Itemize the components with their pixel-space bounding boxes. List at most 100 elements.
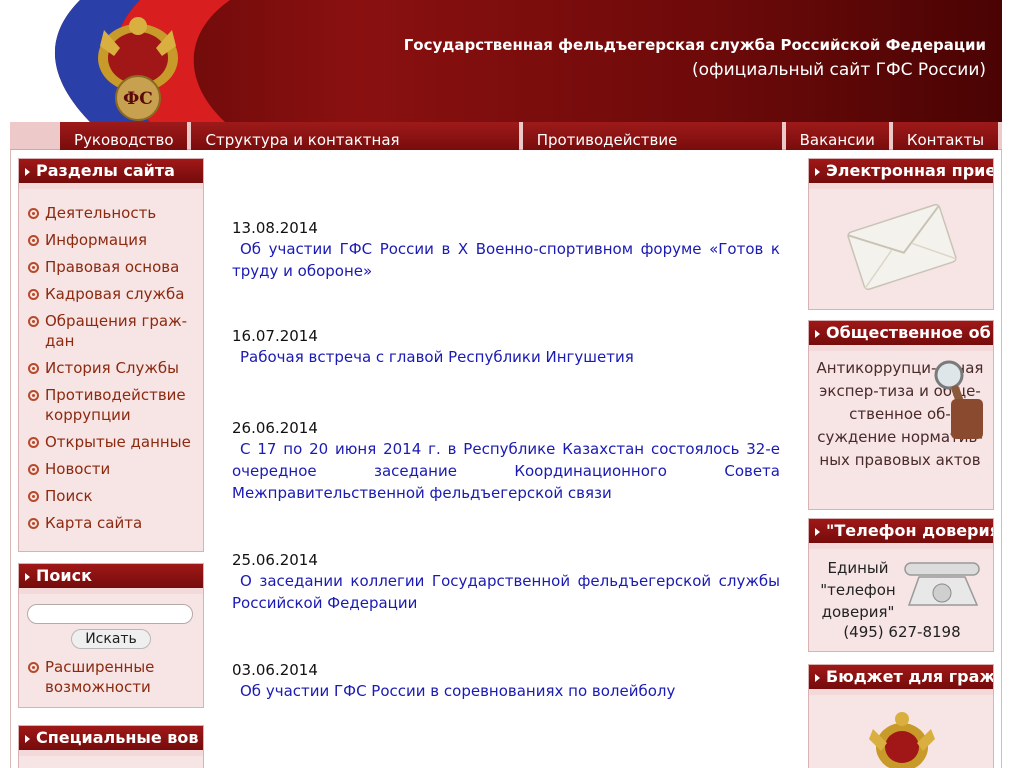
search-panel: Поиск Искать Расширенные возможности bbox=[18, 563, 204, 708]
bullet-icon bbox=[28, 289, 39, 300]
arrow-right-icon bbox=[25, 167, 30, 176]
nav-tab-structure[interactable]: Структура и контактная информация bbox=[191, 122, 519, 150]
menu-link[interactable]: Противодействие коррупции bbox=[45, 386, 186, 424]
news-link[interactable]: Об участии ГФС России в соревнованиях по… bbox=[232, 680, 780, 702]
sections-panel-title: Разделы сайта bbox=[36, 161, 175, 180]
news-item: 25.06.2014 О заседании коллегии Государс… bbox=[232, 550, 780, 614]
bullet-icon bbox=[28, 491, 39, 502]
menu-item-hr[interactable]: Кадровая служба bbox=[27, 284, 197, 304]
menu-link[interactable]: Обращения граж- дан bbox=[45, 312, 187, 350]
menu-link[interactable]: Открытые данные bbox=[45, 433, 191, 451]
sections-panel-header: Разделы сайта bbox=[19, 159, 203, 189]
news-date: 13.08.2014 bbox=[232, 219, 318, 237]
menu-item-news[interactable]: Новости bbox=[27, 459, 197, 479]
news-item: 13.08.2014 Об участии ГФС России в X Вое… bbox=[232, 218, 780, 282]
bullet-icon bbox=[28, 208, 39, 219]
news-link[interactable]: Рабочая встреча с главой Республики Ингу… bbox=[232, 346, 780, 368]
news-date: 16.07.2014 bbox=[232, 327, 318, 345]
arrow-right-icon bbox=[815, 329, 820, 338]
arrow-right-icon bbox=[815, 167, 820, 176]
menu-link[interactable]: История Службы bbox=[45, 359, 179, 377]
advanced-search-link[interactable]: Расширенные возможности bbox=[45, 658, 154, 696]
e-reception-header: Электронная прие bbox=[809, 159, 993, 189]
public-discussion-title: Общественное об bbox=[826, 323, 991, 342]
news-date: 03.06.2014 bbox=[232, 661, 318, 679]
e-reception-panel: Электронная прие bbox=[808, 158, 994, 310]
telephone-icon bbox=[904, 562, 980, 606]
menu-link[interactable]: Деятельность bbox=[45, 204, 156, 222]
russian-flag-emblem: ФС bbox=[10, 0, 230, 122]
bullet-icon bbox=[28, 235, 39, 246]
news-link[interactable]: О заседании коллегии Государственной фел… bbox=[232, 570, 780, 614]
news-item: 16.07.2014 Рабочая встреча с главой Респ… bbox=[232, 326, 780, 368]
menu-item-activity[interactable]: Деятельность bbox=[27, 203, 197, 223]
menu-link[interactable]: Правовая основа bbox=[45, 258, 179, 276]
menu-link[interactable]: Информация bbox=[45, 231, 147, 249]
news-item: 03.06.2014 Об участии ГФС России в сорев… bbox=[232, 660, 780, 702]
special-panel-title: Специальные вов bbox=[36, 728, 199, 747]
news-link[interactable]: Об участии ГФС России в X Военно-спортив… bbox=[232, 238, 780, 282]
news-link[interactable]: С 17 по 20 июня 2014 г. в Республике Каз… bbox=[232, 438, 780, 504]
news-date: 25.06.2014 bbox=[232, 551, 318, 569]
hotline-title: "Телефон доверия bbox=[826, 521, 993, 540]
bullet-icon bbox=[28, 262, 39, 273]
public-discussion-panel: Общественное об Антикоррупци-онная экспе… bbox=[808, 320, 994, 510]
sections-panel: Разделы сайта Деятельность Информация Пр… bbox=[18, 158, 204, 552]
bullet-icon bbox=[28, 316, 39, 327]
search-panel-title: Поиск bbox=[36, 566, 92, 585]
top-navigation: Руководство Структура и контактная инфор… bbox=[10, 122, 1002, 150]
arrow-right-icon bbox=[25, 572, 30, 581]
magnifier-icon bbox=[934, 360, 983, 439]
nav-tab-leadership[interactable]: Руководство bbox=[60, 122, 188, 150]
menu-item-search[interactable]: Поиск bbox=[27, 486, 197, 506]
special-panel: Специальные вов bbox=[18, 725, 204, 768]
sections-menu: Деятельность Информация Правовая основа … bbox=[19, 189, 203, 546]
bullet-icon bbox=[28, 437, 39, 448]
menu-link[interactable]: Новости bbox=[45, 460, 110, 478]
svg-text:ФС: ФС bbox=[123, 89, 153, 109]
menu-item-sitemap[interactable]: Карта сайта bbox=[27, 513, 197, 533]
special-panel-header: Специальные вов bbox=[19, 726, 203, 756]
envelope-icon[interactable] bbox=[809, 189, 994, 299]
advanced-search-item[interactable]: Расширенные возможности bbox=[27, 657, 197, 697]
menu-item-anticorruption[interactable]: Противодействие коррупции bbox=[27, 385, 197, 425]
nav-tab-contacts[interactable]: Контакты bbox=[892, 122, 998, 150]
e-reception-title: Электронная прие bbox=[826, 161, 993, 180]
news-item: 26.06.2014 С 17 по 20 июня 2014 г. в Рес… bbox=[232, 418, 780, 504]
menu-item-appeals[interactable]: Обращения граж- дан bbox=[27, 311, 197, 351]
menu-item-legal-basis[interactable]: Правовая основа bbox=[27, 257, 197, 277]
nav-tab-vacancies[interactable]: Вакансии bbox=[785, 122, 889, 150]
menu-item-open-data[interactable]: Открытые данные bbox=[27, 432, 197, 452]
hotline-phone[interactable]: (495) 627-8198 bbox=[809, 623, 993, 641]
menu-link[interactable]: Поиск bbox=[45, 487, 93, 505]
search-button[interactable]: Искать bbox=[71, 629, 151, 649]
bullet-icon bbox=[28, 662, 39, 673]
menu-link[interactable]: Карта сайта bbox=[45, 514, 142, 532]
budget-header: Бюджет для граж bbox=[809, 665, 993, 695]
site-subtitle: (официальный сайт ГФС России) bbox=[692, 60, 986, 80]
budget-panel: Бюджет для граж bbox=[808, 664, 994, 768]
hotline-panel: "Телефон доверия Единый "телефон доверия… bbox=[808, 518, 994, 652]
bullet-icon bbox=[28, 464, 39, 475]
bullet-icon bbox=[28, 390, 39, 401]
search-panel-header: Поиск bbox=[19, 564, 203, 594]
search-input[interactable] bbox=[27, 604, 193, 624]
nav-tab-anticorruption[interactable]: Противодействие коррупции bbox=[522, 122, 782, 150]
bullet-icon bbox=[28, 363, 39, 374]
site-header: ФС Государственная фельдъегерская служба… bbox=[10, 0, 1002, 122]
news-list: 13.08.2014 Об участии ГФС России в X Вое… bbox=[232, 218, 780, 702]
menu-item-history[interactable]: История Службы bbox=[27, 358, 197, 378]
menu-link[interactable]: Кадровая служба bbox=[45, 285, 184, 303]
arrow-right-icon bbox=[25, 734, 30, 743]
hotline-header: "Телефон доверия bbox=[809, 519, 993, 549]
budget-title: Бюджет для граж bbox=[826, 667, 993, 686]
eagle-emblem-icon[interactable] bbox=[809, 695, 994, 768]
arrow-right-icon bbox=[815, 673, 820, 682]
menu-item-information[interactable]: Информация bbox=[27, 230, 197, 250]
search-extra: Расширенные возможности bbox=[19, 649, 203, 710]
bullet-icon bbox=[28, 518, 39, 529]
hotline-text[interactable]: Единый "телефон доверия" bbox=[815, 557, 901, 623]
public-discussion-header: Общественное об bbox=[809, 321, 993, 351]
arrow-right-icon bbox=[815, 527, 820, 536]
site-title: Государственная фельдъегерская служба Ро… bbox=[403, 36, 986, 54]
